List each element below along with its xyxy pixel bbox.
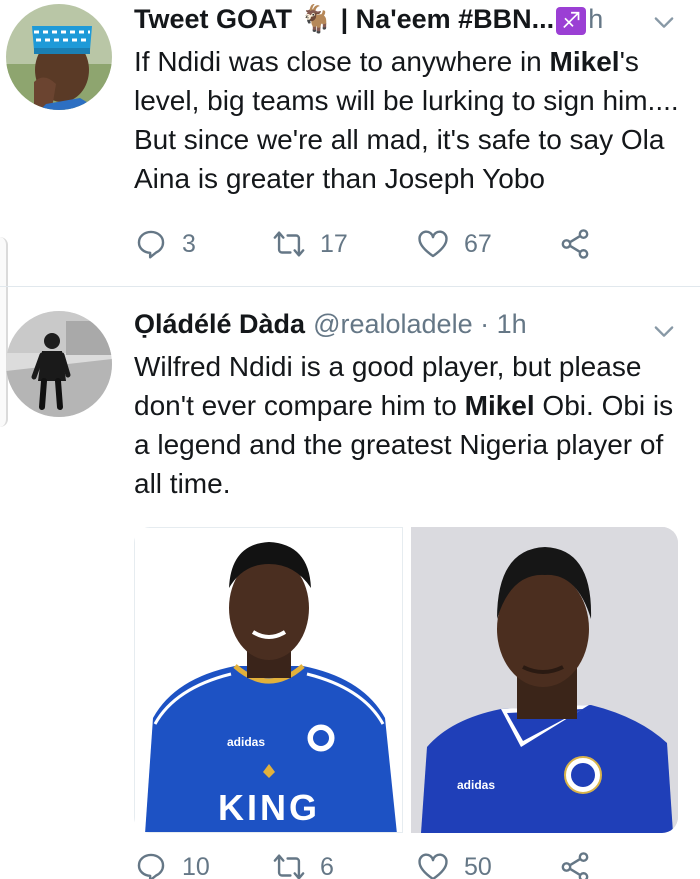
tweet-actions: 10 6 50 — [134, 850, 640, 879]
tweet-text: If Ndidi was close to anywhere in Mikel'… — [134, 42, 682, 198]
reply-button[interactable]: 10 — [134, 850, 210, 879]
timestamp[interactable]: h — [588, 4, 603, 35]
chevron-down-icon[interactable] — [650, 317, 678, 345]
retweet-icon — [273, 854, 305, 879]
share-button[interactable] — [558, 850, 592, 879]
tweet-header: Ọládélé Dàda @realoladele · 1h — [134, 309, 660, 345]
retweet-button[interactable]: 17 — [272, 227, 348, 261]
reply-count: 3 — [182, 229, 196, 258]
share-icon — [561, 852, 589, 879]
media-photo[interactable]: adidas — [411, 527, 678, 833]
heart-icon — [418, 230, 448, 258]
like-count: 67 — [464, 229, 492, 258]
sagittarius-icon: ♐ — [556, 7, 587, 35]
reply-count: 10 — [182, 852, 210, 879]
avatar[interactable] — [6, 311, 112, 417]
like-button[interactable]: 67 — [416, 227, 492, 261]
tweet-text-highlight: Mikel — [549, 46, 620, 77]
username[interactable]: @realoladele — [313, 309, 473, 340]
tweet-text-highlight: Mikel — [464, 390, 535, 421]
chevron-down-icon[interactable] — [650, 8, 678, 36]
display-name[interactable]: Ọládélé Dàda — [134, 309, 305, 340]
retweet-icon — [273, 231, 305, 257]
heart-icon — [418, 853, 448, 879]
share-icon — [561, 229, 589, 259]
jersey-brand: adidas — [227, 735, 265, 749]
jersey-brand: adidas — [457, 778, 495, 792]
retweet-count: 17 — [320, 229, 348, 258]
like-button[interactable]: 50 — [416, 850, 492, 879]
reply-icon — [137, 853, 165, 879]
share-button[interactable] — [558, 227, 592, 261]
tweet[interactable]: Ọládélé Dàda @realoladele · 1h Wilfred N… — [0, 287, 700, 879]
reply-icon — [137, 230, 165, 259]
display-name[interactable]: Tweet GOAT 🐐 | Na'eem #BBN... — [134, 3, 554, 35]
tweet-text-part: If Ndidi was close to anywhere in — [134, 46, 550, 77]
media-grid[interactable]: adidas KING adidas — [134, 527, 678, 833]
tweet[interactable]: Tweet GOAT 🐐 | Na'eem #BBN... ♐ h If Ndi… — [0, 0, 700, 287]
jersey-sponsor: KING — [218, 787, 320, 828]
avatar[interactable] — [6, 4, 112, 110]
separator-dot: · — [472, 309, 497, 339]
reply-button[interactable]: 3 — [134, 227, 196, 261]
tweet-text: Wilfred Ndidi is a good player, but plea… — [134, 347, 682, 503]
timestamp[interactable]: 1h — [497, 309, 527, 340]
media-photo[interactable]: adidas KING — [134, 527, 403, 833]
tweet-actions: 3 17 67 — [134, 227, 640, 267]
retweet-button[interactable]: 6 — [272, 850, 334, 879]
tweet-header: Tweet GOAT 🐐 | Na'eem #BBN... ♐ h — [134, 3, 660, 39]
like-count: 50 — [464, 852, 492, 879]
retweet-count: 6 — [320, 852, 334, 879]
